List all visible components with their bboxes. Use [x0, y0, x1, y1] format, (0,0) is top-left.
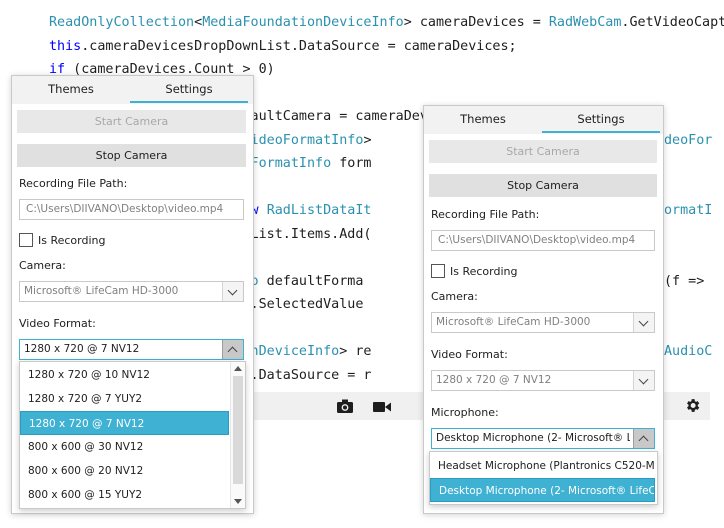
- stop-camera-button[interactable]: Stop Camera: [17, 144, 246, 167]
- code-fragment: ormatI: [664, 203, 713, 218]
- video-camera-icon[interactable]: [372, 399, 392, 418]
- recording-path-input[interactable]: C:\Users\DIIVANO\Desktop\video.mp4: [19, 199, 244, 220]
- video-format-dropdown[interactable]: 1280 x 720 @ 7 NV12: [431, 370, 655, 391]
- chevron-down-icon[interactable]: [633, 313, 654, 332]
- chevron-up-icon[interactable]: [633, 429, 654, 448]
- code-token: defaultForma: [258, 273, 364, 289]
- chevron-down-icon[interactable]: [222, 282, 243, 301]
- code-token: > cameraDevices =: [403, 15, 549, 30]
- code-token: ReadOnlyCollection: [49, 15, 195, 30]
- video-format-dropdown-value: 1280 x 720 @ 7 NV12: [24, 343, 140, 355]
- code-token: .GetVideoCapt: [621, 15, 724, 30]
- stop-camera-button[interactable]: Stop Camera: [429, 174, 657, 197]
- code-token: >: [363, 132, 372, 148]
- is-recording-label: Is Recording: [450, 265, 518, 278]
- code-fragment: AudioC: [664, 344, 713, 359]
- microphone-option[interactable]: Headset Microphone (Plantronics C520-M): [430, 454, 655, 478]
- gear-icon[interactable]: [684, 397, 701, 418]
- tab-themes[interactable]: Themes: [12, 76, 130, 103]
- microphone-popup: Headset Microphone (Plantronics C520-M) D…: [429, 451, 658, 505]
- recording-path-label: Recording File Path:: [431, 208, 540, 221]
- code-fragment: deoFor: [664, 132, 713, 148]
- code-token: MediaFoundationDeviceInfo: [202, 15, 404, 30]
- code-line: this.cameraDevicesDropDownList.DataSourc…: [49, 35, 517, 59]
- camera-label: Camera:: [19, 259, 66, 272]
- settings-panel-right: Themes Settings Start Camera Stop Camera…: [423, 105, 664, 514]
- recording-path-label: Recording File Path:: [19, 177, 128, 190]
- tab-settings[interactable]: Settings: [130, 76, 248, 103]
- code-token: RadWebCam: [548, 15, 622, 30]
- camera-dropdown[interactable]: Microsoft® LifeCam HD-3000: [19, 281, 244, 302]
- video-format-label: Video Format:: [19, 317, 96, 330]
- video-format-popup: 1280 x 720 @ 10 NV12 1280 x 720 @ 7 YUY2 1…: [19, 361, 246, 509]
- code-fragment: (f =>: [664, 273, 705, 289]
- tab-settings[interactable]: Settings: [542, 106, 660, 133]
- code-token: RadListDataIt: [266, 203, 372, 218]
- scrollbar-thumb[interactable]: [233, 376, 243, 484]
- is-recording-label: Is Recording: [38, 234, 106, 247]
- microphone-dropdown-value: Desktop Microphone (2- Microsoft® LifeC: [436, 432, 630, 444]
- video-format-option[interactable]: 1280 x 720 @ 10 NV12: [20, 363, 229, 387]
- microphone-option[interactable]: Desktop Microphone (2- Microsoft® LifeC: [430, 478, 655, 502]
- video-format-option[interactable]: 800 x 600 @ 15 YUY2: [20, 483, 229, 507]
- code-token: > re: [339, 344, 372, 359]
- code-token: form: [331, 156, 372, 171]
- video-format-option[interactable]: 800 x 600 @ 30 NV12: [20, 435, 229, 459]
- video-format-dropdown-value: 1280 x 720 @ 7 NV12: [436, 374, 552, 386]
- camera-dropdown-value: Microsoft® LifeCam HD-3000: [24, 285, 179, 297]
- tab-strip: Themes Settings: [12, 76, 253, 104]
- code-token: <: [194, 15, 203, 30]
- video-format-dropdown[interactable]: 1280 x 720 @ 7 NV12: [19, 339, 244, 360]
- tab-strip: Themes Settings: [424, 106, 663, 134]
- code-line: ReadOnlyCollection<MediaFoundationDevice…: [49, 11, 724, 35]
- microphone-label: Microphone:: [431, 406, 499, 419]
- scrollbar[interactable]: [230, 362, 245, 508]
- code-token: .cameraDevicesDropDownList.DataSource = …: [81, 38, 517, 54]
- tab-themes[interactable]: Themes: [424, 106, 542, 133]
- start-camera-button[interactable]: Start Camera: [17, 110, 246, 133]
- start-camera-button[interactable]: Start Camera: [429, 140, 657, 163]
- code-token: this: [49, 38, 82, 54]
- settings-panel-left: Themes Settings Start Camera Stop Camera…: [11, 75, 254, 514]
- video-format-label: Video Format:: [431, 348, 508, 361]
- chevron-up-icon[interactable]: [222, 340, 243, 359]
- is-recording-checkbox[interactable]: [431, 264, 445, 278]
- video-format-option[interactable]: 1280 x 720 @ 7 YUY2: [20, 387, 229, 411]
- is-recording-checkbox[interactable]: [19, 233, 33, 247]
- camera-label: Camera:: [431, 290, 478, 303]
- microphone-dropdown[interactable]: Desktop Microphone (2- Microsoft® LifeC: [431, 428, 655, 449]
- video-format-option[interactable]: 1280 x 720 @ 7 NV12: [20, 411, 229, 435]
- video-format-option[interactable]: 800 x 600 @ 20 NV12: [20, 459, 229, 483]
- chevron-down-icon[interactable]: [633, 371, 654, 390]
- camera-dropdown-value: Microsoft® LifeCam HD-3000: [436, 316, 591, 328]
- recording-path-input[interactable]: C:\Users\DIIVANO\Desktop\video.mp4: [431, 230, 655, 251]
- camera-icon[interactable]: [336, 398, 354, 418]
- camera-dropdown[interactable]: Microsoft® LifeCam HD-3000: [431, 312, 655, 333]
